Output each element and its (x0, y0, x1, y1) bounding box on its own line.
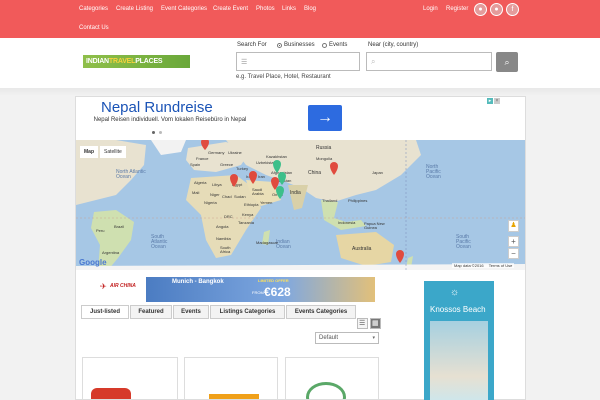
ad-title[interactable]: Nepal Rundreise (101, 99, 213, 116)
map-markers (201, 140, 404, 263)
ad-knossos-beach[interactable]: ☼ Knossos Beach (424, 281, 494, 400)
nav-create-event[interactable]: Create Event (213, 6, 248, 12)
listing-card[interactable] (184, 357, 278, 400)
map-marker-green (273, 160, 281, 173)
nav-links[interactable]: Links (282, 6, 296, 12)
grid-view-button[interactable]: ▦ (370, 318, 381, 329)
map-marker-red (396, 250, 404, 263)
airchina-logo: AIR CHINA (110, 283, 136, 289)
grid-view-icon: ▦ (372, 320, 379, 327)
ad-pager-dot (152, 131, 155, 134)
nav-create-listing[interactable]: Create Listing (116, 6, 153, 12)
search-for-label: Search For (237, 42, 267, 48)
ad-price: €628 (264, 285, 291, 299)
ad-close-icon[interactable]: × (494, 98, 500, 104)
top-nav: Categories Create Listing Event Categori… (0, 0, 600, 38)
ad-pager-dot (159, 131, 162, 134)
ad-airchina-banner[interactable]: AIR CHINA ✈ Munich - Bangkok LIMITED OFF… (92, 277, 375, 302)
radio-businesses-label: Businesses (284, 42, 315, 48)
nav-event-categories[interactable]: Event Categories (161, 6, 207, 12)
map-marker-red (330, 162, 338, 175)
ad-knossos-title: Knossos Beach (430, 305, 486, 314)
nav-blog[interactable]: Blog (304, 6, 316, 12)
ad-knossos-logo-icon: ☼ (450, 287, 460, 298)
search-hint: e.g. Travel Place, Hotel, Restaurant (236, 74, 331, 80)
listing-card[interactable] (285, 357, 379, 400)
google-logo: Google (79, 258, 107, 267)
ad-from: FROM (252, 290, 264, 295)
tab-events[interactable]: Events (173, 305, 209, 319)
nav-register[interactable]: Register (446, 6, 468, 12)
radio-businesses[interactable] (277, 43, 282, 48)
site-logo[interactable]: INDIANTRAVELPLACES (83, 55, 190, 68)
map-data-text: Map data ©2016 (454, 263, 484, 268)
sort-select[interactable]: Default ▾ (315, 332, 379, 344)
list-icon: ☰ (241, 59, 248, 66)
ad-knossos-image (430, 321, 488, 400)
nav-login[interactable]: Login (423, 6, 438, 12)
ad-arrow-button[interactable]: → (308, 105, 342, 131)
map-marker-red (201, 140, 209, 150)
map-marker-red (249, 171, 257, 184)
map-attribution: Map data ©2016 Terms of Use (452, 263, 515, 268)
map-marker-green (276, 186, 284, 199)
nav-photos[interactable]: Photos (256, 6, 275, 12)
zoom-out-button[interactable]: − (508, 248, 519, 259)
map-marker-green (278, 172, 286, 185)
tab-just-listed[interactable]: Just-listed (81, 305, 129, 319)
location-icon: ⌕ (371, 57, 376, 66)
list-view-button[interactable]: ☰ (357, 318, 368, 329)
radio-events-label: Events (329, 42, 348, 48)
location-input[interactable]: ⌕ (366, 52, 492, 71)
ad-offer: LIMITED OFFER (258, 278, 289, 283)
listing-image (306, 382, 346, 399)
keyword-input[interactable]: ☰ (236, 52, 360, 71)
listing-image (209, 394, 259, 399)
list-view-icon: ☰ (359, 320, 366, 327)
rss-icon[interactable]: ● (474, 3, 487, 16)
header-shadow (0, 88, 600, 96)
pegman-icon[interactable]: ♟ (508, 220, 519, 232)
ad-route: Munich - Bangkok (172, 279, 224, 285)
radio-events[interactable] (322, 43, 327, 48)
near-label: Near (city, country) (368, 42, 419, 48)
ad-nepal[interactable]: Nepal Rundreise Nepal Reisen individuell… (81, 97, 501, 137)
ad-description: Nepal Reisen individuell. Vom lokalen Re… (93, 117, 247, 123)
search-button[interactable]: ⌕ (496, 52, 518, 72)
sort-selected: Default (319, 335, 339, 341)
facebook-icon[interactable]: f (506, 3, 519, 16)
chevron-down-icon: ▾ (372, 335, 375, 341)
listing-card[interactable] (82, 357, 178, 400)
airchina-logo-icon: ✈ (100, 282, 107, 291)
tab-listings-categories[interactable]: Listings Categories (210, 305, 285, 319)
ad-choices-icon[interactable]: ▸ (487, 98, 493, 104)
nav-contact-us[interactable]: Contact Us (79, 25, 109, 31)
zoom-in-button[interactable]: + (508, 236, 519, 247)
world-map[interactable]: Map Satellite North Atlantic Ocean South… (76, 140, 525, 270)
rss-icon[interactable]: ● (490, 3, 503, 16)
tab-events-categories[interactable]: Events Categories (286, 305, 356, 319)
nav-categories[interactable]: Categories (79, 6, 108, 12)
map-marker-red (230, 174, 238, 187)
search-icon: ⌕ (504, 57, 510, 67)
terms-link[interactable]: Terms of Use (489, 263, 513, 268)
listing-image (91, 388, 131, 399)
tab-featured[interactable]: Featured (130, 305, 172, 319)
